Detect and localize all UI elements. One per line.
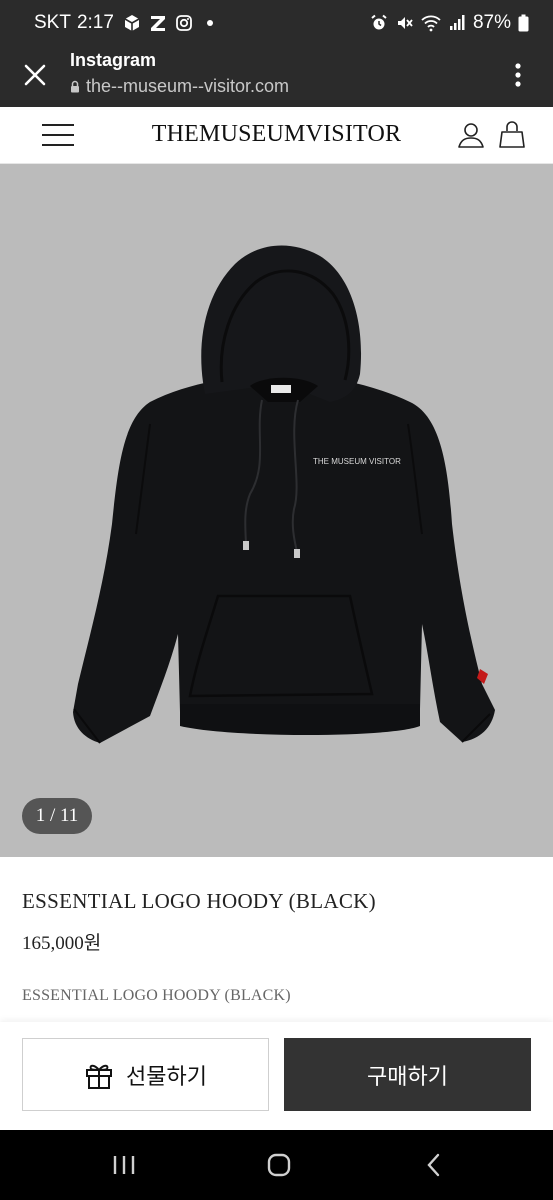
account-button[interactable]	[456, 119, 486, 151]
recent-apps-icon	[113, 1156, 135, 1174]
battery-percent: 87%	[472, 12, 511, 33]
back-icon	[427, 1153, 440, 1177]
buy-button[interactable]: 구매하기	[284, 1038, 531, 1111]
back-button[interactable]	[414, 1150, 454, 1180]
gift-button-label: 선물하기	[126, 1064, 207, 1090]
battery-icon	[517, 13, 529, 33]
browser-title: Instagram	[70, 50, 157, 70]
hamburger-line	[42, 134, 74, 136]
browser-menu-button[interactable]	[503, 60, 533, 90]
buy-button-label: 구매하기	[367, 1064, 448, 1090]
recent-apps-button[interactable]	[104, 1150, 144, 1180]
gift-icon	[86, 1064, 113, 1089]
home-icon	[267, 1153, 291, 1177]
product-price: 165,000원	[22, 933, 102, 954]
z-app-icon	[148, 13, 168, 33]
mute-icon	[395, 13, 415, 33]
status-bar: SKT 2:17 87%	[0, 0, 553, 46]
system-navigation-bar	[0, 1130, 553, 1200]
cart-button[interactable]	[497, 119, 527, 151]
image-counter-badge: 1 / 11	[22, 798, 92, 834]
product-title: ESSENTIAL LOGO HOODY (BLACK)	[22, 889, 376, 913]
alarm-icon	[369, 13, 389, 33]
clock: 2:17	[76, 12, 114, 33]
user-icon	[458, 123, 484, 148]
instagram-icon	[174, 13, 194, 33]
gift-button[interactable]: 선물하기	[22, 1038, 269, 1111]
box-app-icon	[122, 13, 142, 33]
signal-icon	[447, 13, 467, 33]
hoodie-product-image: THE MUSEUM VISITOR	[73, 245, 495, 744]
lock-icon	[71, 80, 79, 93]
site-header: THEMUSEUMVISITOR	[0, 107, 553, 164]
chest-print-text: THE MUSEUM VISITOR	[313, 457, 401, 466]
shopping-bag-icon	[499, 121, 525, 148]
carrier-label: SKT	[34, 12, 71, 33]
purchase-action-bar: 선물하기 구매하기	[0, 1022, 553, 1130]
dot-icon	[200, 13, 220, 33]
more-vertical-icon	[515, 63, 521, 87]
wifi-icon	[421, 13, 441, 33]
close-button[interactable]	[20, 60, 50, 90]
in-app-browser-bar: Instagram the--museum--visitor.com	[0, 46, 553, 107]
url-text: the--museum--visitor.com	[86, 76, 290, 96]
home-button[interactable]	[259, 1150, 299, 1180]
product-image-gallery[interactable]: THE MUSEUM VISITOR 1 / 11	[0, 164, 553, 857]
close-icon	[24, 64, 46, 86]
hamburger-line	[42, 144, 74, 146]
product-description: ESSENTIAL LOGO HOODY (BLACK)	[22, 987, 291, 1004]
menu-button[interactable]	[42, 121, 74, 149]
browser-url: the--museum--visitor.com	[70, 76, 289, 97]
hamburger-line	[42, 124, 74, 126]
